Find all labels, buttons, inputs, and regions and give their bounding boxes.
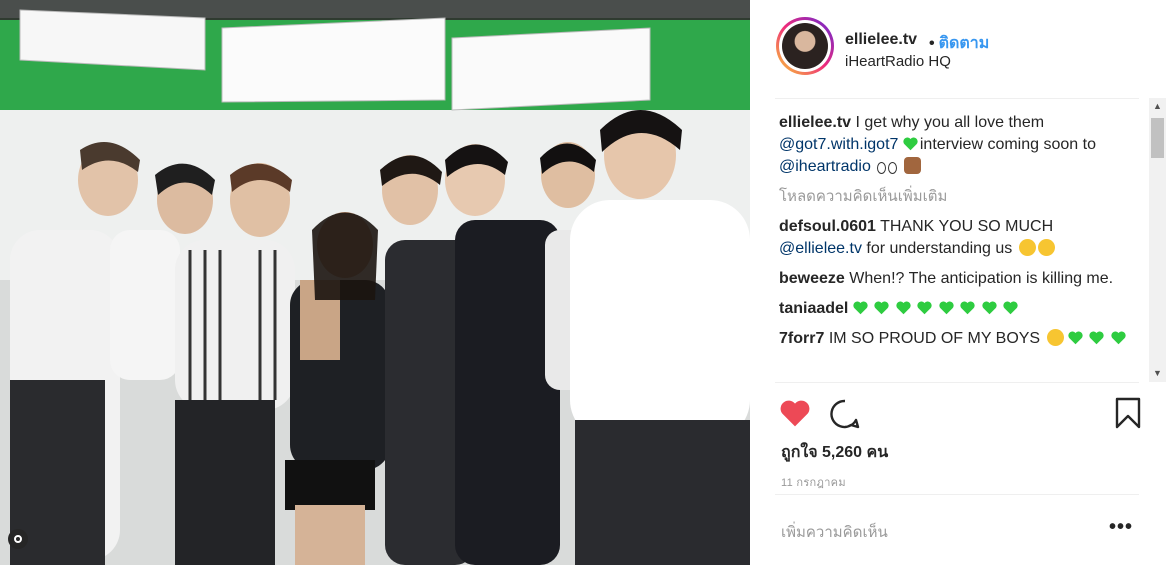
load-more-comments-button[interactable]: โหลดความคิดเห็นเพิ่มเติม bbox=[779, 186, 1139, 208]
more-options-icon[interactable]: ••• bbox=[1109, 516, 1133, 539]
comment-username[interactable]: taniaadel bbox=[779, 300, 848, 317]
caption: ellielee.tv I get why you all love them … bbox=[779, 112, 1139, 178]
see-no-evil-monkey-emoji bbox=[903, 157, 921, 174]
comment-item: 7forr7 IM SO PROUD OF MY BOYS bbox=[779, 328, 1139, 350]
bookmark-icon bbox=[1115, 397, 1141, 429]
save-button[interactable] bbox=[1114, 397, 1142, 434]
instagram-tag-icon[interactable] bbox=[8, 529, 28, 549]
comment-username[interactable]: beweeze bbox=[779, 270, 845, 287]
like-button[interactable] bbox=[779, 398, 811, 433]
eyes-emoji bbox=[888, 162, 898, 174]
heart-icon bbox=[780, 400, 810, 427]
avatar[interactable] bbox=[776, 17, 834, 75]
green-heart-emoji bbox=[960, 301, 975, 315]
divider bbox=[775, 382, 1139, 383]
post-sidebar: ellielee.tv • ติดตาม iHeartRadio HQ ellie… bbox=[751, 0, 1167, 565]
username-link[interactable]: ellielee.tv bbox=[845, 31, 917, 49]
green-heart-emoji bbox=[1003, 301, 1018, 315]
scroll-down-arrow-icon[interactable]: ▼ bbox=[1149, 365, 1166, 382]
comment-button[interactable] bbox=[829, 398, 861, 435]
likes-count[interactable]: ถูกใจ 5,260 คน bbox=[781, 440, 888, 465]
location-link[interactable]: iHeartRadio HQ bbox=[845, 53, 951, 70]
divider bbox=[775, 494, 1139, 495]
scrollbar-thumb[interactable] bbox=[1151, 118, 1164, 158]
green-heart-emoji bbox=[981, 301, 997, 315]
add-comment-input[interactable]: เพิ่มความคิดเห็น bbox=[781, 520, 888, 544]
comments-scrollbar[interactable]: ▲ ▼ bbox=[1149, 98, 1166, 382]
eyes-emoji bbox=[877, 162, 887, 174]
caption-username[interactable]: ellielee.tv bbox=[779, 114, 851, 131]
green-hearts bbox=[853, 300, 1020, 317]
caption-text-2: interview coming soon to bbox=[919, 136, 1096, 153]
comment-icon bbox=[830, 399, 860, 429]
comment-username[interactable]: defsoul.0601 bbox=[779, 218, 876, 235]
profile-picture bbox=[782, 23, 828, 69]
crying-emoji bbox=[1046, 329, 1064, 346]
follow-label: ติดตาม bbox=[938, 35, 990, 52]
green-heart-emoji bbox=[896, 301, 911, 315]
green-heart-emoji bbox=[1068, 331, 1083, 345]
green-heart-emoji bbox=[1111, 331, 1126, 345]
grinning-emoji bbox=[1018, 239, 1036, 256]
group-photo-image bbox=[0, 0, 750, 565]
comments-section[interactable]: ellielee.tv I get why you all love them … bbox=[779, 112, 1139, 382]
mention-link[interactable]: @got7.with.igot7 bbox=[779, 136, 898, 153]
divider bbox=[775, 98, 1139, 99]
post-photo[interactable] bbox=[0, 0, 750, 565]
scroll-up-arrow-icon[interactable]: ▲ bbox=[1149, 98, 1166, 115]
separator-dot: • bbox=[929, 35, 935, 52]
green-heart-emoji bbox=[853, 301, 868, 315]
comment-username[interactable]: 7forr7 bbox=[779, 330, 824, 347]
caption-text: I get why you all love them bbox=[855, 114, 1045, 131]
green-heart-emoji bbox=[1089, 331, 1105, 345]
comment-item: defsoul.0601 THANK YOU SO MUCH @ellielee… bbox=[779, 216, 1139, 260]
comment-text-2: for understanding us bbox=[866, 240, 1013, 257]
comment-item: beweeze When!? The anticipation is killi… bbox=[779, 268, 1139, 290]
comment-text: THANK YOU SO MUCH bbox=[880, 218, 1054, 235]
winking-emoji bbox=[1037, 239, 1055, 256]
comment-text: When!? The anticipation is killing me. bbox=[849, 270, 1114, 287]
post-header: ellielee.tv • ติดตาม iHeartRadio HQ bbox=[751, 0, 1167, 98]
comment-item: taniaadel bbox=[779, 298, 1139, 320]
green-heart-emoji bbox=[903, 137, 918, 151]
comment-text: IM SO PROUD OF MY BOYS bbox=[828, 330, 1041, 347]
green-heart-emoji bbox=[938, 301, 954, 315]
green-heart-emoji bbox=[917, 301, 932, 315]
green-heart-emoji bbox=[874, 301, 889, 315]
post-date[interactable]: 11 กรกฎาคม bbox=[781, 473, 846, 491]
mention-link[interactable]: @iheartradio bbox=[779, 158, 871, 175]
mention-link[interactable]: @ellielee.tv bbox=[779, 240, 862, 257]
